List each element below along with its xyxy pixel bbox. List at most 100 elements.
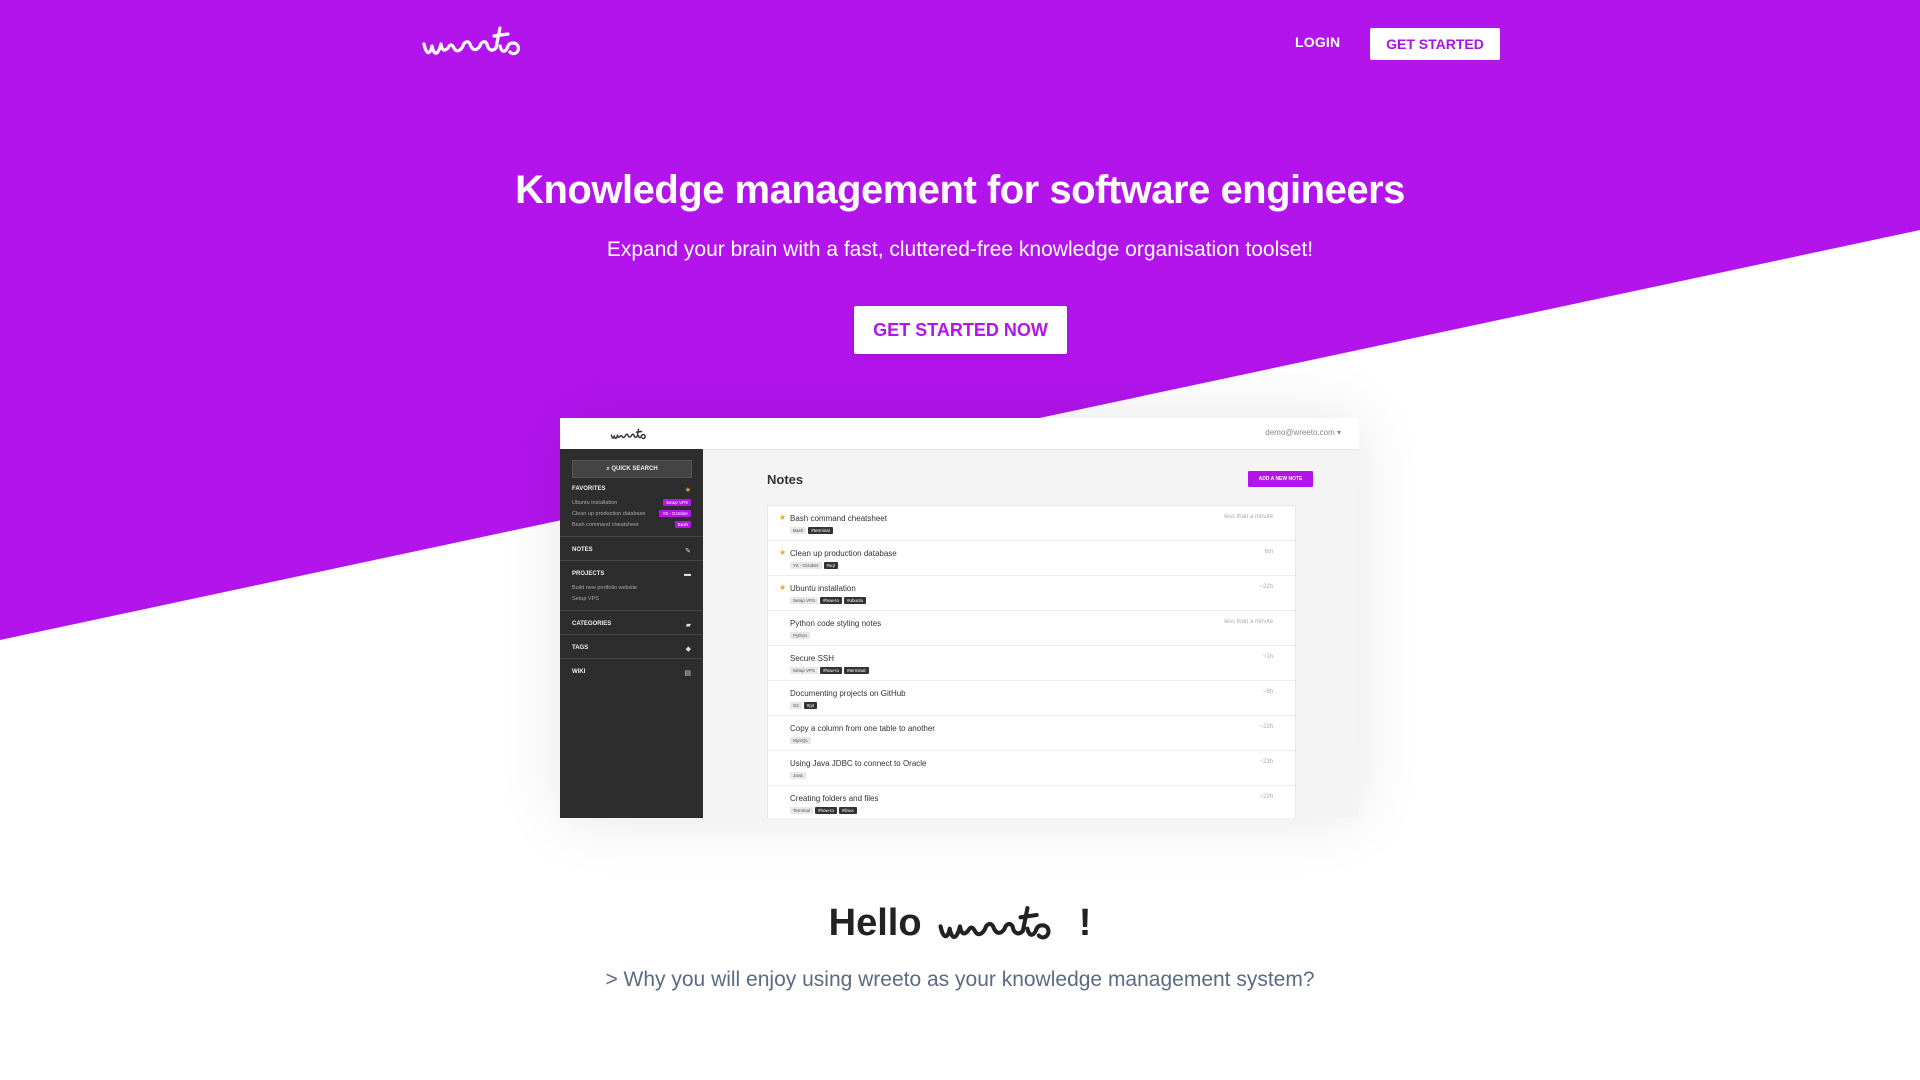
preview-wreeto-logo xyxy=(610,425,650,443)
preview-note-tag: #terminal xyxy=(844,667,869,674)
preview-note-time: 6m xyxy=(1264,549,1273,555)
divider xyxy=(560,610,703,611)
preview-add-note-button: ADD A NEW NOTE xyxy=(1248,471,1313,487)
preview-topbar: demo@wreeto.com ▾ xyxy=(560,418,1359,450)
wreeto-logo-mark xyxy=(422,26,520,56)
hello-heading: Hello ! xyxy=(0,895,1920,951)
preview-note-time: ~8h xyxy=(1262,689,1273,695)
preview-note-title: Bash command cheatsheet xyxy=(790,514,887,523)
preview-sidebar-favorites: FAVORITES ★ xyxy=(572,486,691,494)
preview-favorite-item: Bash command cheatsheet Bash xyxy=(572,521,691,528)
preview-notes-title: Notes xyxy=(767,472,804,487)
preview-note-tags: Setup VPS #how-to #ubuntu xyxy=(790,597,868,605)
preview-note-tag: #how-to xyxy=(815,807,838,814)
preview-note-tags: Git #git xyxy=(790,702,819,710)
preview-note-title: Documenting projects on GitHub xyxy=(790,689,906,698)
preview-sidebar-projects: PROJECTS ▬ xyxy=(572,571,691,578)
preview-sidebar: ⌕ QUICK SEARCH FAVORITES ★ Ubuntu install… xyxy=(560,449,703,818)
preview-note-tags: Terminal #how-to #linux xyxy=(790,807,859,815)
login-link[interactable]: LOGIN xyxy=(1295,34,1340,50)
hero-subtitle: Expand your brain with a fast, cluttered… xyxy=(606,238,1314,261)
preview-note-row: ★ Clean up production database 6m Y6 - Octo… xyxy=(768,541,1295,576)
preview-note-tag: Terminal xyxy=(790,807,814,814)
hello-prefix: Hello xyxy=(828,901,922,944)
preview-sidebar-notes: NOTES ✎ xyxy=(572,547,691,555)
preview-note-tags: Python xyxy=(790,632,812,640)
preview-note-tag: Git xyxy=(790,702,802,709)
preview-note-row: Copy a column from one table to another ~… xyxy=(768,716,1295,751)
star-icon: ★ xyxy=(779,583,787,592)
preview-favorite-item: Clean up production database Y6 - October xyxy=(572,510,691,517)
preview-note-tag: #how-to xyxy=(820,597,843,604)
preview-note-tags: Bash #terminal xyxy=(790,527,835,535)
tag-icon: ◆ xyxy=(685,646,691,653)
preview-note-time: ~1h xyxy=(1262,654,1273,660)
wreeto-script-logo xyxy=(936,895,1064,951)
preview-note-tags: Setup VPS #how-to #terminal xyxy=(790,667,871,675)
preview-note-row: Creating folders and files ~22h Terminal #h… xyxy=(768,786,1295,818)
preview-note-row: Secure SSH ~1h Setup VPS #how-to #terminal xyxy=(768,646,1295,681)
preview-note-time: ~23h xyxy=(1259,759,1273,765)
preview-note-tags: Java xyxy=(790,772,808,780)
preview-note-time: ~22h xyxy=(1259,584,1273,590)
briefcase-icon: ▬ xyxy=(684,571,691,578)
pencil-icon: ✎ xyxy=(685,548,691,555)
star-icon: ★ xyxy=(684,487,691,494)
book-icon: ▤ xyxy=(684,670,691,677)
preview-note-tag: #terminal xyxy=(808,527,833,534)
preview-note-time: ~22h xyxy=(1259,794,1273,800)
top-navigation: wreeto LOGIN GET STARTED xyxy=(0,0,1920,90)
preview-note-time: ~22h xyxy=(1259,724,1273,730)
preview-sidebar-categories: CATEGORIES ▰ xyxy=(572,621,691,629)
preview-notes-list: ★ Bash command cheatsheet less than a minu… xyxy=(767,505,1296,818)
preview-favorite-item: Ubuntu installation Setup VPS xyxy=(572,499,691,506)
preview-note-row: ★ Ubuntu installation ~22h Setup VPS #how-to… xyxy=(768,576,1295,611)
preview-note-tag: #sql xyxy=(823,562,838,569)
preview-note-title: Copy a column from one table to another xyxy=(790,724,935,733)
preview-note-row: Python code styling notes less than a min… xyxy=(768,611,1295,646)
preview-note-tag: #how-to xyxy=(820,667,843,674)
preview-note-row: Using Java JDBC to connect to Oracle ~23h… xyxy=(768,751,1295,786)
preview-sidebar-tags: TAGS ◆ xyxy=(572,645,691,653)
preview-note-tag: #linux xyxy=(839,807,857,814)
divider xyxy=(560,634,703,635)
preview-project-item: Setup VPS xyxy=(572,596,599,602)
preview-note-tag: MySQL xyxy=(790,737,812,744)
preview-user-menu: demo@wreeto.com ▾ xyxy=(1265,428,1341,437)
preview-note-tags: MySQL xyxy=(790,737,813,745)
preview-note-row: ★ Bash command cheatsheet less than a minu… xyxy=(768,506,1295,541)
preview-note-title: Creating folders and files xyxy=(790,794,879,803)
star-icon: ★ xyxy=(779,513,787,522)
preview-note-time: less than a minute xyxy=(1224,619,1273,625)
preview-note-tag: Java xyxy=(790,772,806,779)
preview-note-tag: Y6 - October xyxy=(790,562,822,569)
divider xyxy=(560,658,703,659)
preview-note-title: Secure SSH xyxy=(790,654,835,663)
preview-note-row: Documenting projects on GitHub ~8h Git #git xyxy=(768,681,1295,716)
get-started-now-button[interactable]: GET STARTED NOW xyxy=(854,306,1067,354)
folder-icon: ▰ xyxy=(685,622,691,629)
preview-project-item: Build new portfolio website xyxy=(572,585,638,591)
hero-title: Knowledge management for software engine… xyxy=(515,168,1405,212)
preview-note-tag: #git xyxy=(803,702,818,709)
divider xyxy=(560,560,703,561)
preview-note-title: Ubuntu installation xyxy=(790,584,856,593)
preview-note-tag: Bash xyxy=(790,527,807,534)
preview-note-title: Using Java JDBC to connect to Oracle xyxy=(790,759,927,768)
preview-note-tag: Python xyxy=(790,632,811,639)
star-icon: ★ xyxy=(779,548,787,557)
get-started-button[interactable]: GET STARTED xyxy=(1370,28,1500,60)
preview-note-tag: #ubuntu xyxy=(844,597,867,604)
app-preview-screenshot: demo@wreeto.com ▾ ⌕ QUICK SEARCH FAVORIT… xyxy=(560,418,1359,818)
preview-note-tag: Setup VPS xyxy=(790,597,819,604)
preview-note-title: Clean up production database xyxy=(790,549,897,558)
preview-note-time: less than a minute xyxy=(1224,514,1273,520)
preview-quick-search: ⌕ QUICK SEARCH xyxy=(572,460,692,478)
wreeto-logo[interactable]: wreeto xyxy=(420,18,532,64)
preview-sidebar-wiki: WIKI ▤ xyxy=(572,669,691,677)
divider xyxy=(560,536,703,537)
why-wreeto-text: > Why you will enjoy using wreeto as you… xyxy=(605,968,1315,991)
preview-main: Notes ADD A NEW NOTE ★ Bash command cheat… xyxy=(703,449,1359,818)
hello-suffix: ! xyxy=(1078,901,1092,944)
preview-note-tag: Setup VPS xyxy=(790,667,819,674)
